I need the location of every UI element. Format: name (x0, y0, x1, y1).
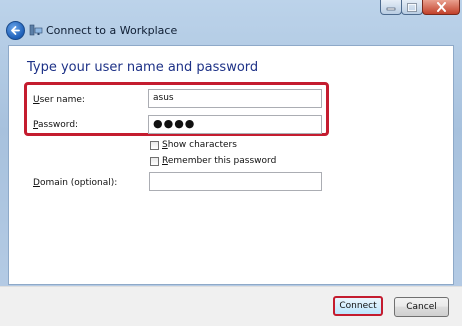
show-characters-label: Show characters (162, 140, 237, 150)
password-label: Password: (33, 120, 78, 130)
dialog-footer (0, 286, 462, 326)
remember-password-option[interactable]: Remember this password (150, 156, 276, 166)
username-label-accel: U (33, 95, 40, 105)
domain-field[interactable] (149, 172, 322, 191)
connect-button[interactable]: Connect (333, 296, 383, 316)
username-field[interactable]: asus (148, 89, 322, 108)
window-title: Connect to a Workplace (46, 24, 178, 37)
maximize-icon (407, 2, 417, 12)
cancel-button[interactable]: Cancel (394, 297, 449, 317)
connect-workplace-window: Connect to a Workplace Type your user na… (0, 0, 462, 326)
title-bar[interactable]: Connect to a Workplace (0, 0, 462, 48)
show-characters-option[interactable]: Show characters (150, 140, 237, 150)
network-icon (29, 24, 43, 36)
close-icon (436, 2, 446, 12)
show-characters-checkbox[interactable] (150, 140, 159, 150)
maximize-button[interactable] (401, 0, 423, 15)
minimize-button[interactable] (380, 0, 402, 15)
back-arrow-icon (11, 26, 20, 35)
domain-label: Domain (optional): (33, 178, 117, 188)
remember-password-checkbox[interactable] (150, 156, 159, 166)
password-label-text: assword: (38, 120, 79, 130)
remember-password-label-text: emember this password (167, 156, 277, 166)
username-label: User name: (33, 95, 85, 105)
password-field[interactable]: ●●●● (148, 115, 322, 134)
remember-password-label: Remember this password (162, 156, 276, 166)
back-button[interactable] (6, 21, 25, 40)
domain-label-accel: D (33, 178, 40, 188)
domain-label-text: omain (optional): (39, 178, 118, 188)
close-button[interactable] (422, 0, 460, 15)
username-label-text: ser name: (39, 95, 85, 105)
minimize-icon (386, 7, 396, 11)
show-characters-label-text: how characters (167, 140, 237, 150)
page-heading: Type your user name and password (27, 60, 259, 75)
